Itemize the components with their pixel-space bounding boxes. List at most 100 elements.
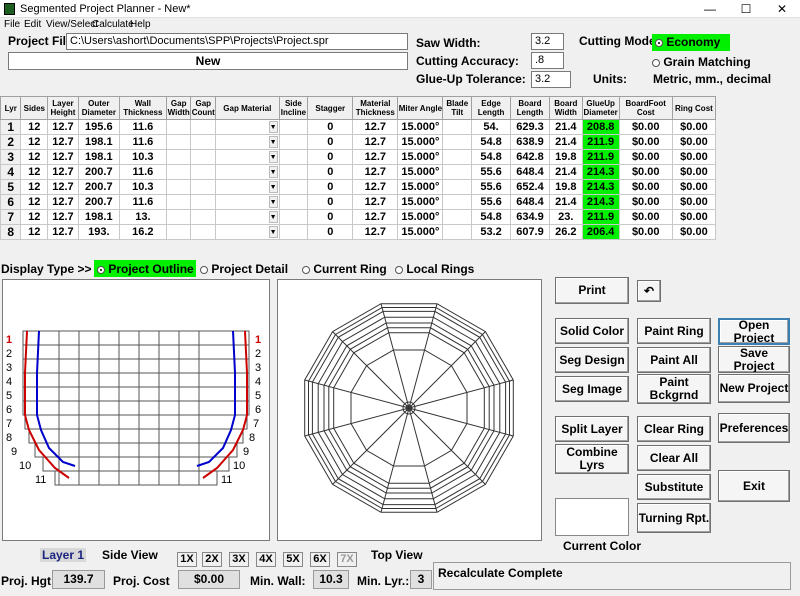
paint-ring-button[interactable]: Paint Ring — [637, 318, 711, 344]
table-cell[interactable]: 12.7 — [352, 134, 399, 150]
table-cell[interactable]: 198.1 — [77, 149, 120, 165]
table-cell[interactable]: 198.1 — [77, 209, 120, 225]
seg-design-button[interactable]: Seg Design — [555, 347, 629, 373]
table-cell[interactable]: 54. — [471, 119, 512, 135]
table-cell[interactable]: 15.000° — [397, 194, 444, 210]
table-cell[interactable]: 211.9 — [581, 209, 620, 225]
table-row[interactable]: 5 12 12.7 200.7 10.3 ▼ 0 12.7 15.000° 55.6 652.4 19… — [0, 179, 717, 195]
table-cell[interactable]: 54.8 — [471, 149, 512, 165]
table-cell[interactable] — [165, 194, 192, 210]
table-cell[interactable] — [190, 119, 217, 135]
table-cell[interactable]: 12.7 — [352, 119, 399, 135]
table-cell[interactable]: 11.6 — [118, 164, 167, 180]
table-cell[interactable] — [190, 164, 217, 180]
table-cell[interactable]: 193. — [77, 224, 120, 240]
table-cell[interactable]: 642.8 — [510, 149, 550, 165]
table-cell[interactable]: 15.000° — [397, 209, 444, 225]
table-cell[interactable] — [165, 209, 192, 225]
dropdown-arrow-icon[interactable]: ▼ — [268, 151, 278, 163]
table-cell[interactable]: 12.7 — [352, 194, 399, 210]
table-cell[interactable]: ▼ — [215, 224, 280, 240]
table-cell[interactable]: 12.7 — [352, 209, 399, 225]
table-cell[interactable]: 11.6 — [118, 134, 167, 150]
table-cell[interactable]: 12 — [20, 149, 49, 165]
table-cell[interactable]: 211.9 — [581, 134, 620, 150]
undo-button[interactable]: ↶ — [637, 280, 661, 302]
table-cell[interactable]: 10.3 — [118, 149, 167, 165]
dropdown-arrow-icon[interactable]: ▼ — [268, 121, 278, 133]
zoom-4x-button[interactable]: 4X — [256, 552, 276, 567]
dropdown-arrow-icon[interactable]: ▼ — [268, 196, 278, 208]
table-cell[interactable]: 12.7 — [352, 224, 399, 240]
cutting-accuracy-input[interactable]: .8 — [531, 52, 564, 69]
zoom-2x-button[interactable]: 2X — [202, 552, 222, 567]
maximize-button[interactable]: ☐ — [728, 0, 764, 18]
table-cell[interactable]: 54.8 — [471, 134, 512, 150]
table-cell[interactable]: 12.7 — [47, 224, 79, 240]
seg-image-button[interactable]: Seg Image — [555, 376, 629, 402]
mode-grain-radio[interactable]: Grain Matching — [652, 55, 751, 69]
table-cell[interactable]: 0 — [307, 149, 354, 165]
table-cell[interactable]: 12.7 — [47, 119, 79, 135]
table-cell[interactable]: ▼ — [215, 209, 280, 225]
menu-view-select[interactable]: View/Select — [46, 19, 98, 30]
table-cell[interactable]: $0.00 — [618, 209, 673, 225]
table-cell[interactable] — [442, 194, 473, 210]
zoom-5x-button[interactable]: 5X — [283, 552, 303, 567]
zoom-6x-button[interactable]: 6X — [310, 552, 330, 567]
table-cell[interactable]: $0.00 — [671, 149, 717, 165]
menu-calculate[interactable]: Calculate — [92, 19, 134, 30]
table-cell[interactable] — [190, 179, 217, 195]
table-cell[interactable]: 12 — [20, 119, 49, 135]
table-cell[interactable]: 0 — [307, 164, 354, 180]
table-cell[interactable]: 19.8 — [548, 179, 583, 195]
side-view-panel[interactable]: 1 2 3 4 5 6 7 8 9 10 11 1 2 3 4 5 6 7 8 … — [2, 279, 270, 541]
clear-all-button[interactable]: Clear All — [637, 445, 711, 471]
table-cell[interactable]: 15.000° — [397, 134, 444, 150]
table-cell[interactable]: 12 — [20, 224, 49, 240]
table-cell[interactable]: 12.7 — [352, 164, 399, 180]
table-cell[interactable]: $0.00 — [618, 164, 673, 180]
top-view-panel[interactable] — [277, 279, 542, 541]
table-cell[interactable]: 13. — [118, 209, 167, 225]
table-cell[interactable]: ▼ — [215, 119, 280, 135]
table-cell[interactable]: 634.9 — [510, 209, 550, 225]
table-cell[interactable]: 0 — [307, 134, 354, 150]
table-cell[interactable]: 15.000° — [397, 149, 444, 165]
table-cell[interactable]: 12 — [20, 194, 49, 210]
project-file-path[interactable]: C:\Users\ashort\Documents\SPP\Projects\P… — [66, 33, 408, 50]
table-cell[interactable]: 11.6 — [118, 119, 167, 135]
paint-background-button[interactable]: Paint Bckgrnd — [637, 374, 711, 404]
saw-width-input[interactable]: 3.2 — [531, 33, 564, 50]
table-cell[interactable]: 12.7 — [47, 149, 79, 165]
table-cell[interactable]: ▼ — [215, 194, 280, 210]
table-cell[interactable] — [442, 164, 473, 180]
table-cell[interactable]: 200.7 — [77, 164, 120, 180]
table-cell[interactable]: 198.1 — [77, 134, 120, 150]
table-cell[interactable]: $0.00 — [618, 119, 673, 135]
table-cell[interactable] — [165, 164, 192, 180]
table-cell[interactable] — [442, 209, 473, 225]
table-cell[interactable]: 214.3 — [581, 164, 620, 180]
display-current-ring[interactable]: Current Ring — [302, 262, 387, 276]
table-cell[interactable] — [190, 149, 217, 165]
table-cell[interactable]: $0.00 — [671, 179, 717, 195]
table-row[interactable]: 7 12 12.7 198.1 13. ▼ 0 12.7 15.000° 54.8 634.9 23.… — [0, 209, 717, 225]
dropdown-arrow-icon[interactable]: ▼ — [268, 226, 278, 238]
table-cell[interactable]: 12.7 — [352, 179, 399, 195]
table-cell[interactable]: 0 — [307, 224, 354, 240]
table-cell[interactable]: 21.4 — [548, 164, 583, 180]
table-cell[interactable]: 12.7 — [47, 134, 79, 150]
table-cell[interactable]: 12 — [20, 134, 49, 150]
solid-color-button[interactable]: Solid Color — [555, 318, 629, 344]
paint-all-button[interactable]: Paint All — [637, 347, 711, 373]
table-cell[interactable]: 15.000° — [397, 179, 444, 195]
table-cell[interactable]: 21.4 — [548, 134, 583, 150]
table-cell[interactable]: 11.6 — [118, 194, 167, 210]
menu-file[interactable]: File — [4, 19, 20, 30]
table-cell[interactable]: 208.8 — [581, 119, 620, 135]
table-cell[interactable]: 15.000° — [397, 119, 444, 135]
mode-economy-radio[interactable]: Economy — [652, 34, 730, 51]
table-cell[interactable]: $0.00 — [671, 194, 717, 210]
table-cell[interactable]: 15.000° — [397, 224, 444, 240]
